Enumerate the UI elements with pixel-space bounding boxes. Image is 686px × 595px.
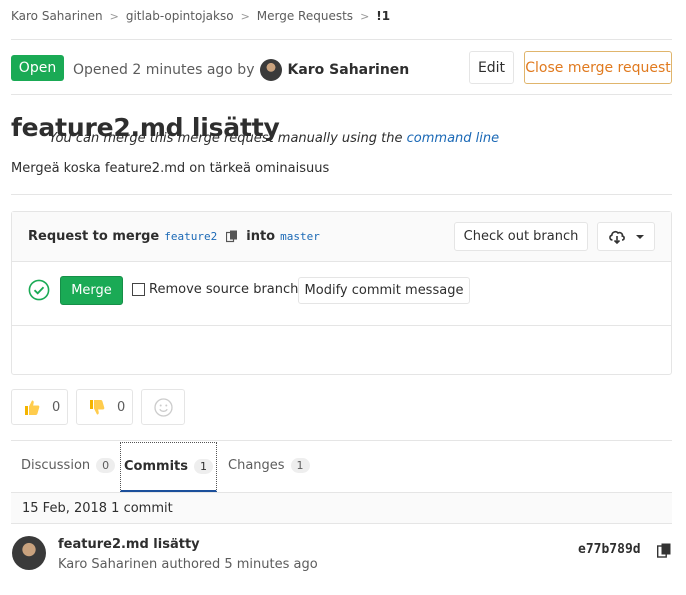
edit-button[interactable]: Edit (469, 51, 514, 84)
commit-meta: Karo Saharinen authored 5 minutes ago (58, 557, 318, 572)
thumbs-up-icon (25, 400, 40, 415)
divider (11, 194, 672, 195)
tabs-divider (11, 440, 672, 441)
download-dropdown-button[interactable] (597, 222, 655, 251)
chevron-right-icon: > (360, 9, 370, 23)
manual-merge-text: You can merge this merge request manuall… (49, 131, 403, 146)
smiley-icon (153, 397, 173, 417)
commit-sha[interactable]: e77b789d (578, 542, 641, 557)
copy-sha-icon[interactable] (657, 543, 671, 558)
commit-title[interactable]: feature2.md lisätty (58, 537, 200, 552)
divider (11, 39, 672, 40)
remove-source-branch-option[interactable]: Remove source branch (132, 282, 298, 297)
chevron-right-icon: > (109, 9, 119, 23)
tab-changes-count: 1 (290, 458, 310, 473)
merge-widget-header: Request to merge feature2 into master Ch… (12, 212, 671, 262)
tab-changes[interactable]: Changes 1 (228, 458, 310, 473)
status-badge: Open (11, 55, 64, 81)
divider (11, 94, 672, 95)
thumbs-up-count: 0 (52, 399, 61, 415)
tab-discussion-label: Discussion (21, 458, 91, 473)
merge-request-branches: Request to merge feature2 into master (28, 229, 325, 244)
tab-commits-label: Commits (124, 459, 188, 474)
tab-discussion-count: 0 (96, 458, 116, 473)
opened-info: Opened 2 minutes ago by Karo Saharinen (73, 59, 409, 81)
add-reaction-button[interactable] (141, 389, 185, 425)
remove-source-branch-label: Remove source branch (149, 282, 299, 297)
into-label: into (246, 229, 276, 244)
breadcrumb-project[interactable]: gitlab-opintojakso (126, 9, 234, 23)
mr-description: Mergeä koska feature2.md on tärkeä omina… (11, 161, 330, 176)
modify-commit-message-button[interactable]: Modify commit message (298, 277, 470, 304)
thumbs-down-count: 0 (117, 399, 126, 415)
copy-branch-icon[interactable] (226, 230, 238, 243)
merge-actions: Merge Remove source branch Modify commit… (12, 262, 671, 326)
tab-discussion[interactable]: Discussion 0 (21, 458, 116, 473)
chevron-right-icon: > (240, 9, 250, 23)
check-circle-icon (28, 279, 50, 301)
request-label: Request to merge (28, 229, 160, 244)
thumbs-down-icon (90, 399, 105, 414)
close-merge-request-button[interactable]: Close merge request (524, 51, 672, 84)
target-branch[interactable]: master (280, 230, 320, 243)
breadcrumb-user[interactable]: Karo Saharinen (11, 9, 103, 23)
command-line-link[interactable]: command line (407, 131, 499, 146)
manual-merge-hint: You can merge this merge request manuall… (49, 131, 499, 146)
tab-commits[interactable]: Commits 1 (120, 442, 217, 492)
cloud-download-icon (608, 230, 625, 244)
tab-changes-label: Changes (228, 458, 285, 473)
commit-day-header: 15 Feb, 2018 1 commit (11, 492, 672, 524)
merge-button[interactable]: Merge (60, 276, 123, 305)
merge-widget: Request to merge feature2 into master Ch… (11, 211, 672, 375)
remove-source-branch-checkbox[interactable] (132, 283, 145, 296)
source-branch[interactable]: feature2 (164, 230, 217, 243)
thumbs-down-award-button[interactable]: 0 (76, 389, 133, 425)
breadcrumb-current[interactable]: !1 (376, 9, 390, 23)
check-out-branch-button[interactable]: Check out branch (454, 222, 588, 251)
tab-commits-count: 1 (193, 459, 213, 474)
opened-text: Opened 2 minutes ago by (73, 62, 255, 78)
breadcrumb-merge-requests[interactable]: Merge Requests (257, 9, 353, 23)
commit-author-avatar[interactable] (12, 536, 46, 570)
caret-down-icon (635, 234, 644, 239)
thumbs-up-award-button[interactable]: 0 (11, 389, 68, 425)
breadcrumb: Karo Saharinen > gitlab-opintojakso > Me… (11, 9, 390, 23)
author-avatar[interactable] (260, 59, 283, 81)
author-name[interactable]: Karo Saharinen (287, 62, 409, 78)
